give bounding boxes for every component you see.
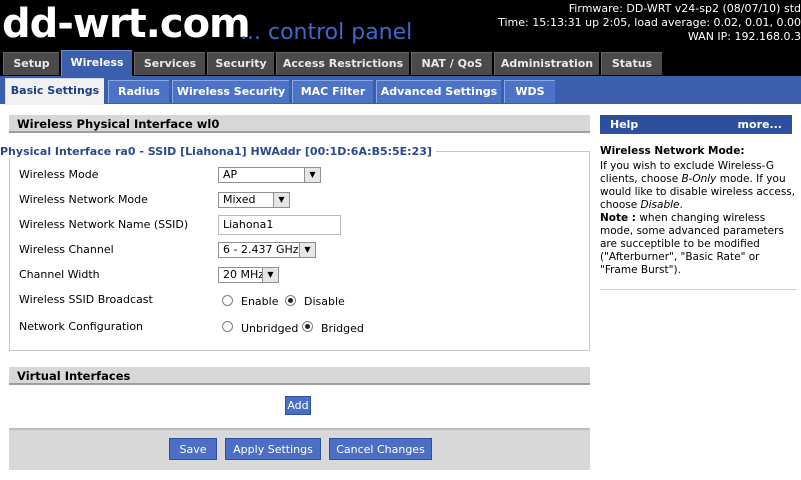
ssid-label: Wireless Network Name (SSID): [19, 218, 189, 231]
firmware-text: Firmware: DD-WRT v24-sp2 (08/07/10) std: [568, 2, 801, 15]
channel-width-select[interactable]: 20 MHz ▼: [218, 267, 279, 283]
tab-access-restrictions[interactable]: Access Restrictions: [276, 52, 409, 75]
help-note-label: Note :: [600, 212, 636, 224]
wireless-mode-label: Wireless Mode: [19, 168, 99, 181]
network-mode-select[interactable]: Mixed ▼: [218, 192, 290, 208]
virtual-interfaces-header: Virtual Interfaces: [9, 367, 590, 385]
subtab-wds[interactable]: WDS: [504, 80, 555, 103]
save-button[interactable]: Save: [169, 438, 217, 460]
tab-administration[interactable]: Administration: [494, 52, 599, 75]
tab-services[interactable]: Services: [134, 52, 205, 75]
dropdown-arrow-icon: ▼: [273, 193, 289, 207]
channel-label: Wireless Channel: [19, 243, 114, 256]
tab-wireless[interactable]: Wireless: [61, 50, 132, 77]
subtab-radius[interactable]: Radius: [108, 80, 169, 103]
dropdown-arrow-icon: ▼: [262, 268, 278, 282]
add-button[interactable]: Add: [285, 396, 311, 415]
help-divider: [600, 289, 796, 290]
wireless-mode-value: AP: [223, 168, 238, 181]
channel-value: 6 - 2.437 GHz: [223, 243, 299, 256]
dropdown-arrow-icon: ▼: [304, 168, 320, 182]
config-bridged-radio[interactable]: [302, 321, 313, 332]
help-heading: Wireless Network Mode:: [600, 145, 745, 157]
router-info: Firmware: DD-WRT v24-sp2 (08/07/10) std …: [498, 2, 801, 44]
subtab-wireless-security[interactable]: Wireless Security: [172, 80, 289, 103]
config-unbridged-label: Unbridged: [241, 322, 299, 335]
interface-legend: Physical Interface ra0 - SSID [Liahona1]…: [0, 145, 436, 158]
cancel-changes-button[interactable]: Cancel Changes: [329, 438, 432, 460]
network-mode-label: Wireless Network Mode: [19, 193, 148, 206]
broadcast-enable-radio[interactable]: [222, 295, 233, 306]
network-config-label: Network Configuration: [19, 320, 144, 333]
tab-setup[interactable]: Setup: [3, 52, 59, 75]
help-header: Help more...: [600, 115, 792, 134]
header-banner: dd-wrt.com ... control panel Firmware: D…: [0, 0, 801, 48]
tab-nat-qos[interactable]: NAT / QoS: [411, 52, 492, 75]
broadcast-disable-radio[interactable]: [285, 295, 296, 306]
help-text-c: .: [679, 199, 683, 211]
subtab-mac-filter[interactable]: MAC Filter: [292, 80, 373, 103]
tab-status[interactable]: Status: [601, 52, 662, 75]
ssid-input[interactable]: Liahona1: [218, 215, 341, 235]
logo-subtitle: ... control panel: [240, 20, 413, 45]
config-unbridged-radio[interactable]: [222, 321, 233, 332]
ssid-broadcast-label: Wireless SSID Broadcast: [19, 293, 153, 306]
tab-security[interactable]: Security: [207, 52, 274, 75]
channel-width-label: Channel Width: [19, 268, 100, 281]
config-bridged-label: Bridged: [321, 322, 364, 335]
subtab-advanced-settings[interactable]: Advanced Settings: [376, 80, 501, 103]
channel-width-value: 20 MHz: [223, 268, 265, 281]
help-text-em: B-Only: [681, 173, 717, 185]
apply-settings-button[interactable]: Apply Settings: [225, 438, 321, 460]
uptime-text: Time: 15:13:31 up 2:05, load average: 0.…: [498, 16, 801, 29]
subtab-basic-settings[interactable]: Basic Settings: [5, 78, 104, 105]
help-more-link[interactable]: more...: [738, 115, 782, 134]
broadcast-enable-label: Enable: [241, 295, 279, 308]
channel-select[interactable]: 6 - 2.437 GHz ▼: [218, 242, 316, 258]
network-mode-value: Mixed: [223, 193, 256, 206]
physical-interface-header: Wireless Physical Interface wl0: [9, 115, 590, 133]
logo: dd-wrt.com: [2, 1, 251, 47]
wan-ip-text: WAN IP: 192.168.0.3: [687, 30, 801, 43]
dropdown-arrow-icon: ▼: [299, 243, 315, 257]
wireless-mode-select[interactable]: AP ▼: [218, 167, 321, 183]
broadcast-disable-label: Disable: [304, 295, 345, 308]
help-content: Wireless Network Mode: If you wish to ex…: [600, 145, 796, 277]
help-text-em2: Disable: [640, 199, 680, 211]
help-title: Help: [610, 118, 639, 131]
